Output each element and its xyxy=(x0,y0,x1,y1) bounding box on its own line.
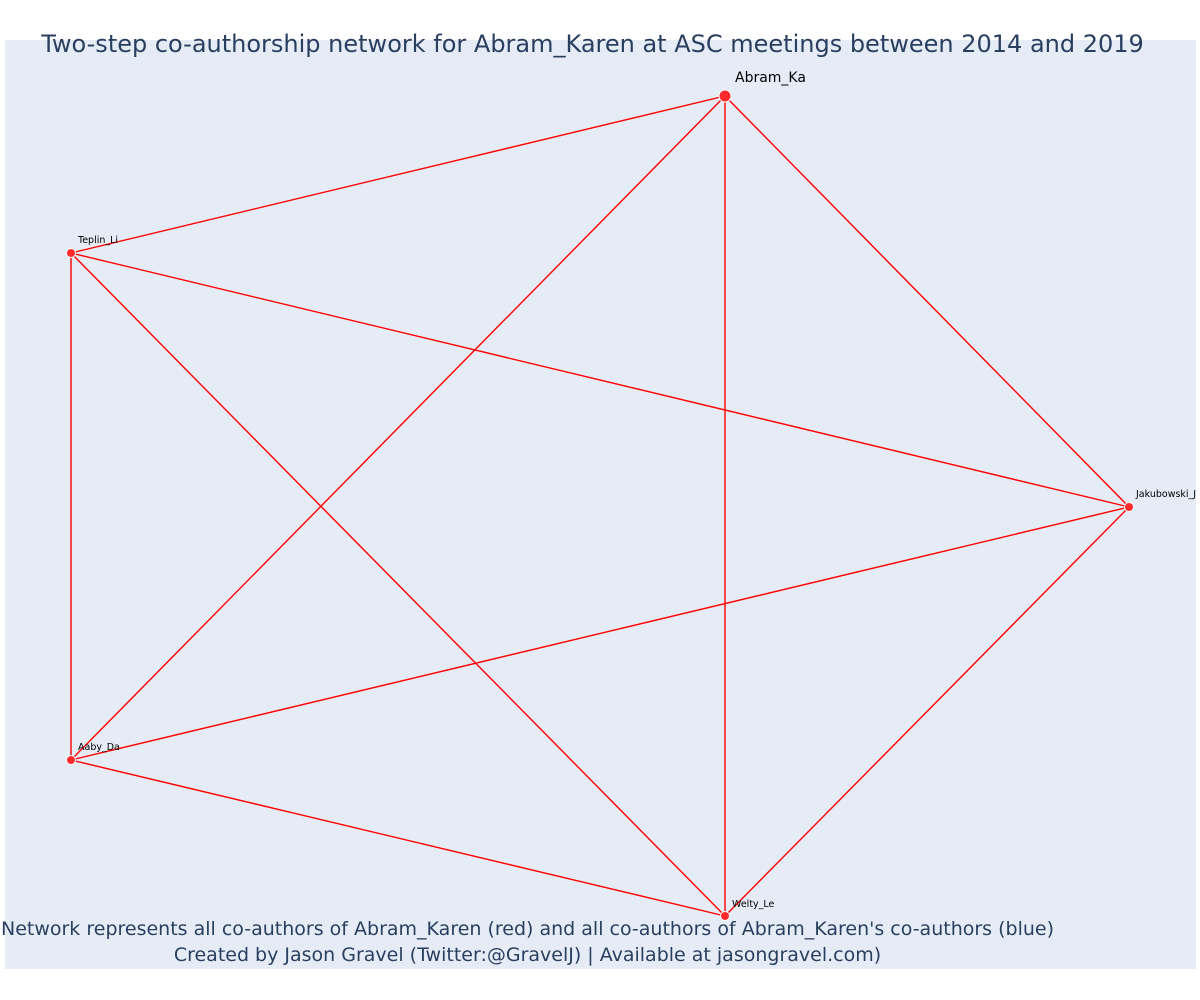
node-Abram_Ka[interactable] xyxy=(718,89,732,103)
edge-Abram_Ka-Teplin_Li xyxy=(70,95,726,254)
node-Teplin_Li[interactable] xyxy=(66,248,76,258)
node-label-Welty_Le: Welty_Le xyxy=(732,899,775,910)
edge-Abram_Ka-Aaby_Da xyxy=(70,95,726,761)
network-diagram: Abram_Ka Teplin_Li Jakubowski_J Aaby_Da Welt… xyxy=(66,70,1196,921)
edge-Teplin_Li-Jakubowski_J xyxy=(70,252,1130,508)
edge-Aaby_Da-Welty_Le xyxy=(70,759,726,917)
node-label-Teplin_Li: Teplin_Li xyxy=(77,235,118,246)
node-label-Jakubowski_J: Jakubowski_J xyxy=(1135,489,1196,500)
edge-Teplin_Li-Welty_Le xyxy=(70,252,726,917)
footer-line-2: Created by Jason Gravel (Twitter:@Gravel… xyxy=(173,944,882,966)
node-label-Aaby_Da: Aaby_Da xyxy=(78,742,120,753)
nodes-layer xyxy=(66,89,1134,921)
edges-layer xyxy=(70,95,1130,917)
chart-title: Two-step co-authorship network for Abram… xyxy=(41,30,1144,58)
edge-Jakubowski_J-Aaby_Da xyxy=(70,506,1130,761)
node-label-Abram_Ka: Abram_Ka xyxy=(735,70,806,86)
node-Jakubowski_J[interactable] xyxy=(1124,502,1134,512)
footer-line-1: Network represents all co-authors of Abr… xyxy=(0,918,1054,940)
labels-layer: Abram_Ka Teplin_Li Jakubowski_J Aaby_Da Welt… xyxy=(77,70,1196,910)
node-Aaby_Da[interactable] xyxy=(66,755,76,765)
edge-Abram_Ka-Jakubowski_J xyxy=(724,95,1130,508)
edge-Jakubowski_J-Welty_Le xyxy=(724,506,1130,917)
